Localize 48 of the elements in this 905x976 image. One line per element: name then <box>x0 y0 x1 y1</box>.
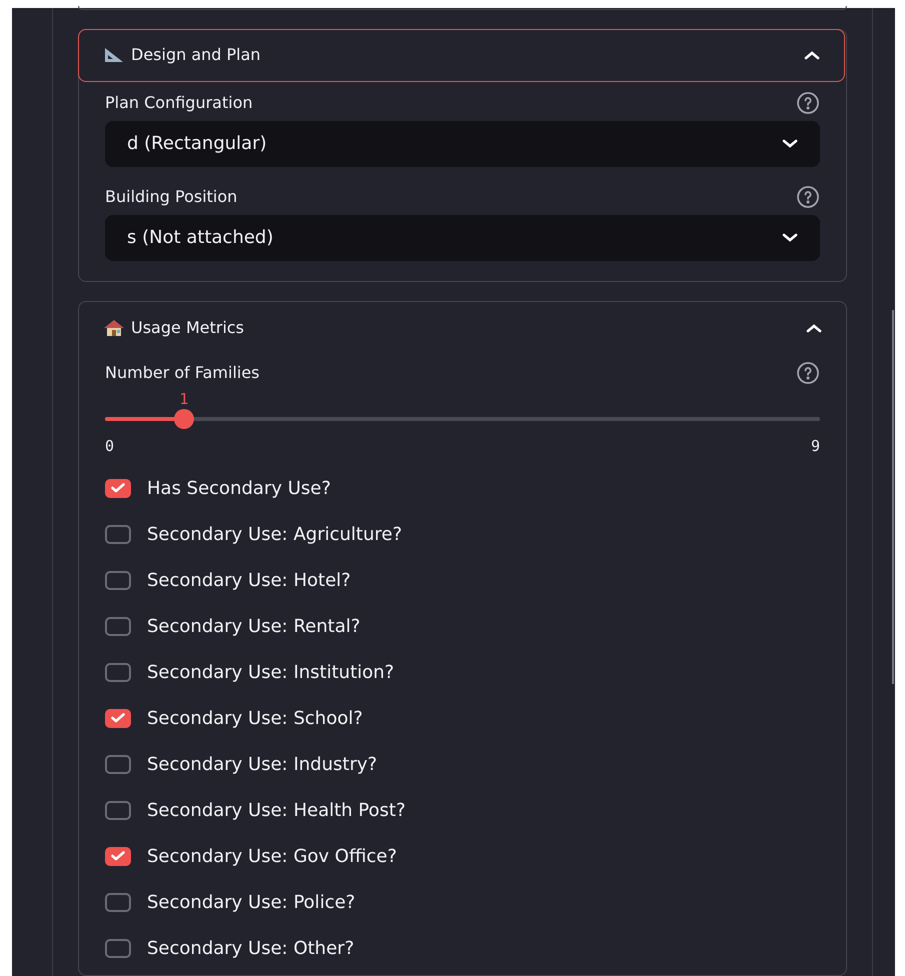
scrollbar-thumb[interactable] <box>892 310 894 684</box>
chevron-up-icon <box>804 50 820 60</box>
chevron-down-icon <box>782 138 798 148</box>
checkbox-option[interactable]: Secondary Use: Rental? <box>105 603 820 649</box>
checkbox-option[interactable]: Has Secondary Use? <box>105 465 820 511</box>
check-icon <box>111 713 125 723</box>
select-field[interactable]: s (Not attached) <box>105 214 820 260</box>
check-icon <box>111 483 125 493</box>
checkbox-option[interactable]: Secondary Use: Hotel? <box>105 557 820 603</box>
checkbox[interactable] <box>105 938 131 958</box>
section-header[interactable]: Design and Plan <box>78 28 845 82</box>
help-icon[interactable] <box>796 360 820 384</box>
slider-label: Number of Families <box>105 362 260 384</box>
checkbox-option[interactable]: Secondary Use: Agriculture? <box>105 511 820 557</box>
checkbox-option[interactable]: Secondary Use: Institution? <box>105 649 820 695</box>
checkbox[interactable] <box>105 616 131 636</box>
slider-max: 9 <box>810 436 820 456</box>
checkbox[interactable] <box>105 570 131 590</box>
checkbox[interactable] <box>105 478 131 498</box>
field-label: Building Position <box>105 186 238 208</box>
checkbox[interactable] <box>105 892 131 912</box>
checkbox[interactable] <box>105 754 131 774</box>
checkbox[interactable] <box>105 708 131 728</box>
slider-thumb[interactable] <box>174 408 194 428</box>
checkbox[interactable] <box>105 662 131 682</box>
slider-value: 1 <box>179 388 188 408</box>
checkbox-option[interactable]: Secondary Use: Gov Office? <box>105 833 820 879</box>
house-icon <box>103 319 125 337</box>
check-icon <box>111 851 125 861</box>
section-title: Usage Metrics <box>131 317 244 339</box>
slider[interactable] <box>105 408 820 428</box>
checkbox-option[interactable]: Secondary Use: School? <box>105 695 820 741</box>
checkbox-option[interactable]: Secondary Use: Health Post? <box>105 787 820 833</box>
checkbox-option[interactable]: Secondary Use: Industry? <box>105 741 820 787</box>
help-icon[interactable] <box>796 184 820 208</box>
chevron-up-icon <box>806 323 822 333</box>
checkbox[interactable] <box>105 524 131 544</box>
slider-min: 0 <box>105 436 114 456</box>
field-label: Plan Configuration <box>105 92 253 114</box>
checkbox-option[interactable]: Secondary Use: Police? <box>105 879 820 925</box>
checkbox[interactable] <box>105 800 131 820</box>
section-title: Design and Plan <box>131 44 261 66</box>
select-field[interactable]: d (Rectangular) <box>105 120 820 166</box>
checkbox[interactable] <box>105 846 131 866</box>
chevron-down-icon <box>782 232 798 242</box>
section-header[interactable]: Usage Metrics <box>79 302 846 354</box>
help-icon[interactable] <box>796 90 820 114</box>
checkbox-option[interactable]: Secondary Use: Other? <box>105 925 820 971</box>
